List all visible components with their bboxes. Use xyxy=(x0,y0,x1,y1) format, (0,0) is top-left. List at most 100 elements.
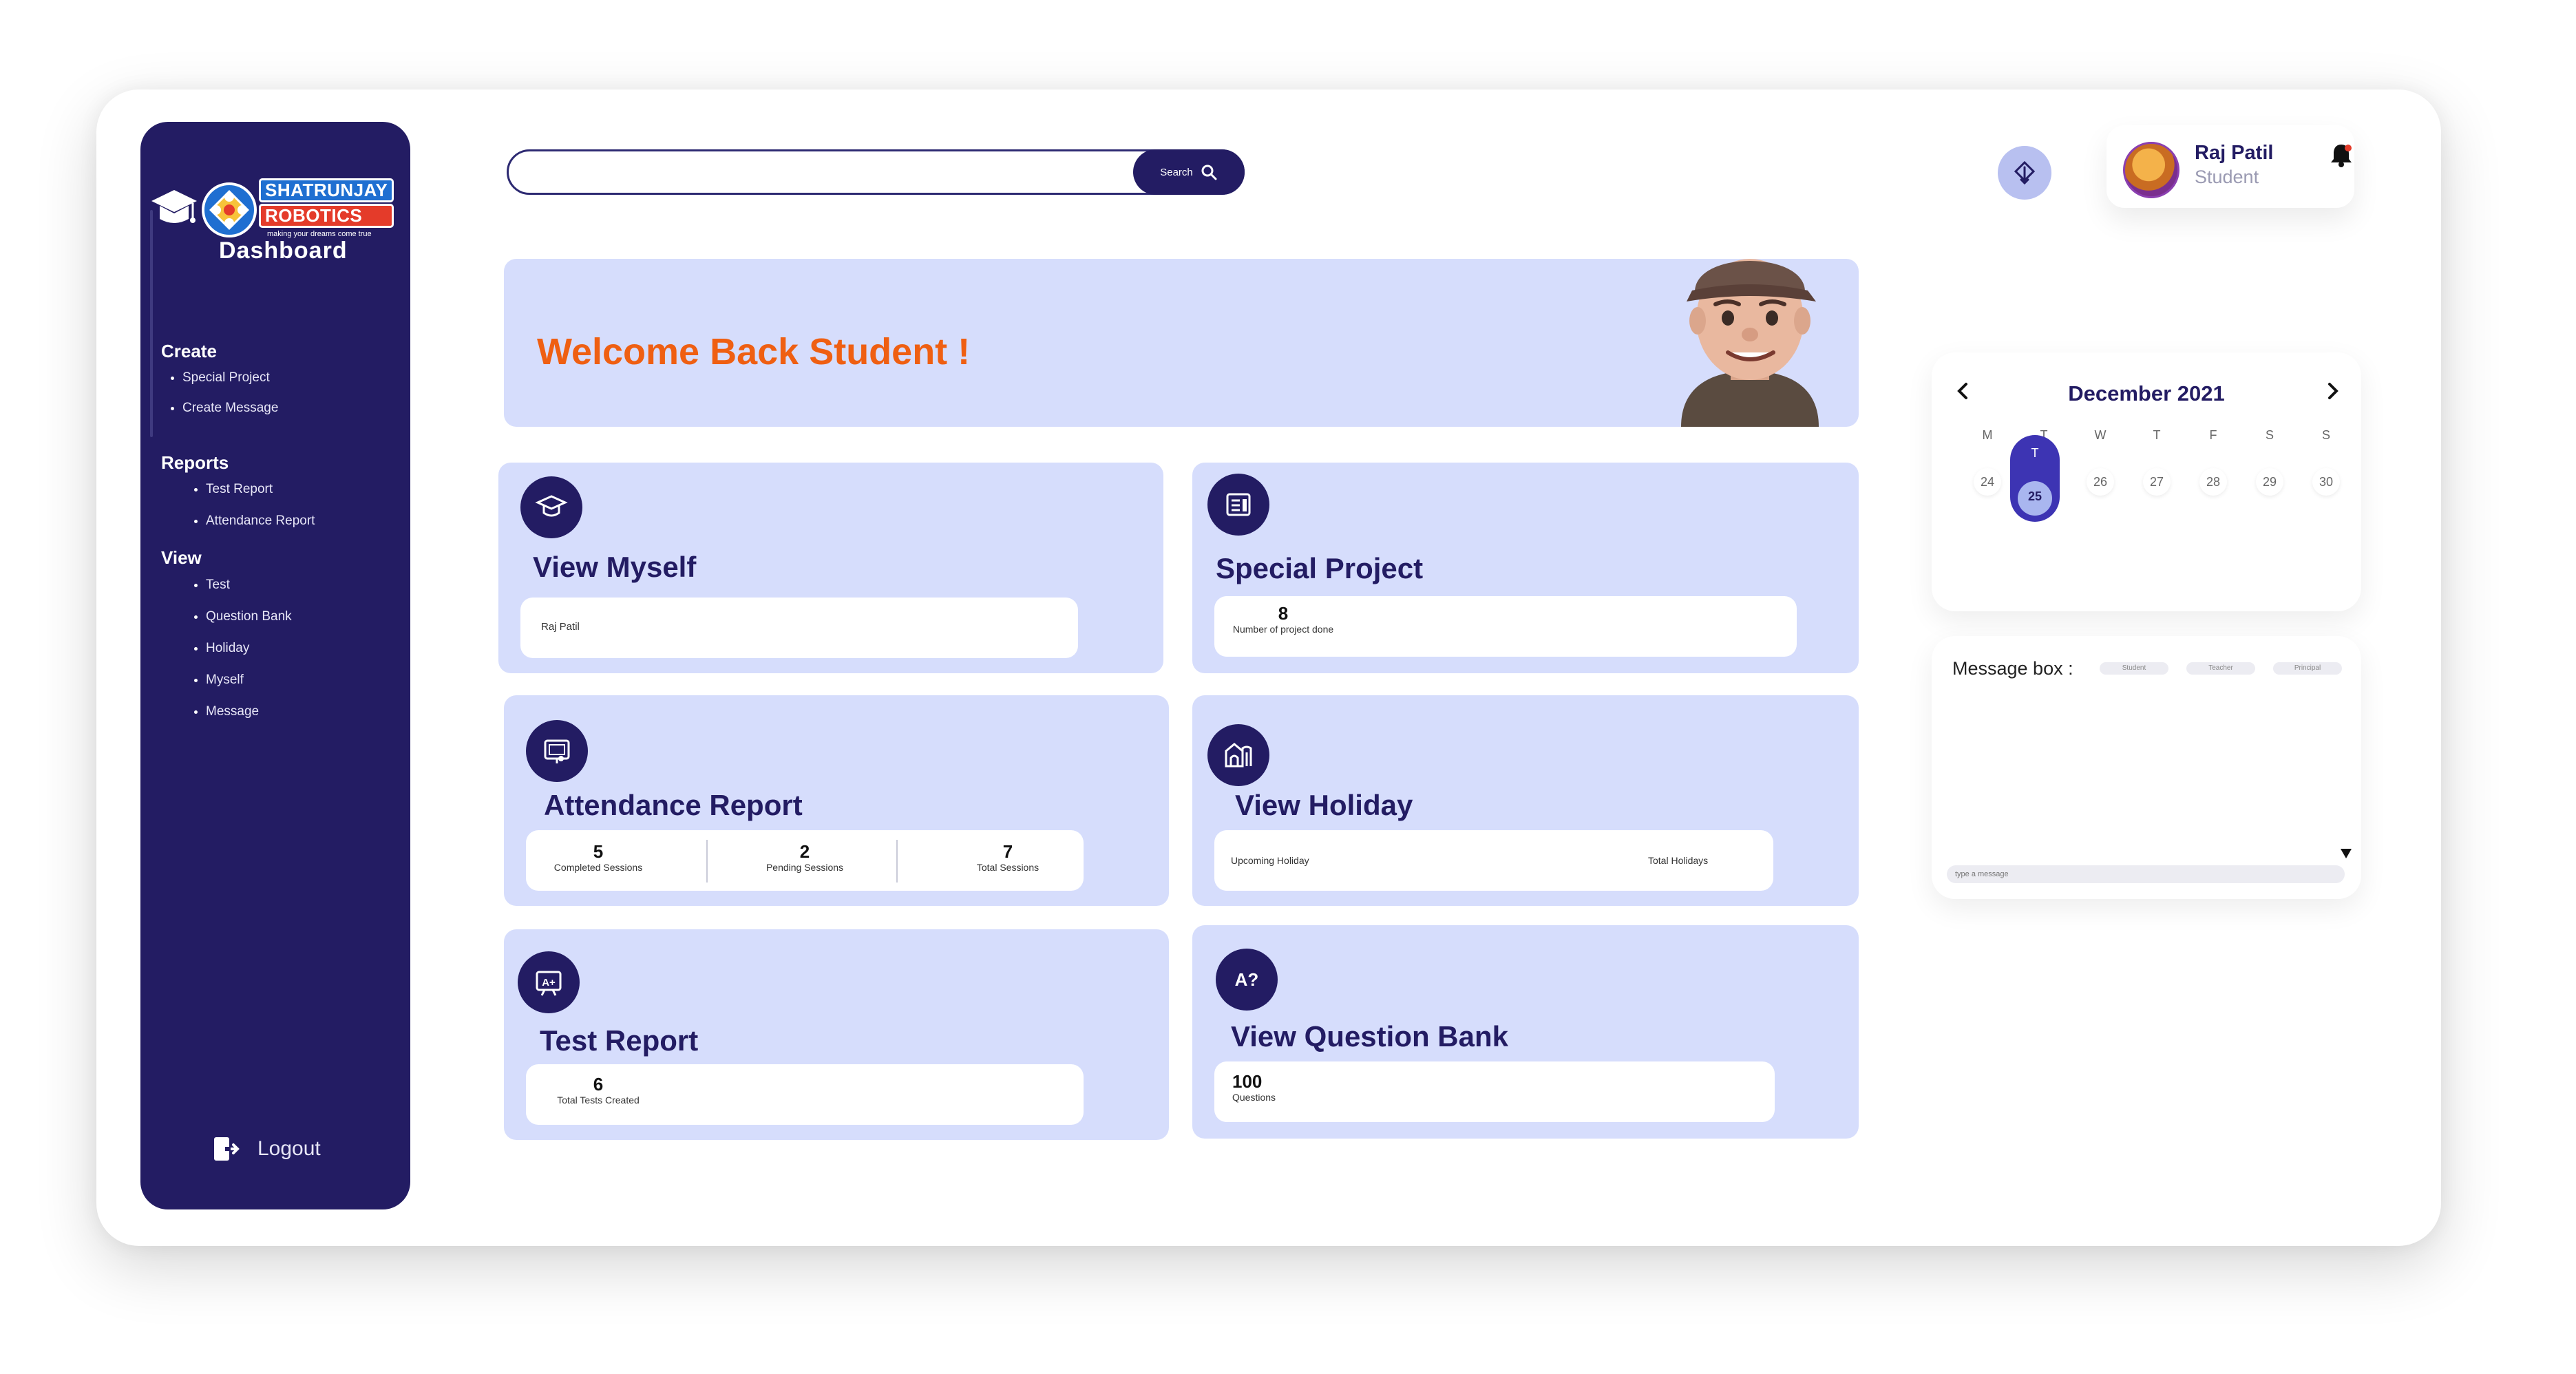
total-holidays-label: Total Holidays xyxy=(1648,855,1709,866)
calendar-day[interactable]: 28 xyxy=(2185,468,2241,496)
question-count-label: Questions xyxy=(1232,1092,1276,1103)
presentation-icon-badge xyxy=(526,720,588,782)
calendar-day[interactable]: 26 xyxy=(2072,468,2129,496)
search-button[interactable]: Search xyxy=(1133,149,1245,195)
attendance-report-card[interactable]: Attendance Report 5 Completed Sessions 2… xyxy=(504,695,1169,906)
graduation-cap-icon xyxy=(151,190,197,223)
test-report-card[interactable]: A+ Test Report 6 Total Tests Created xyxy=(504,929,1169,1140)
svg-text:A+: A+ xyxy=(542,977,556,989)
chevron-right-icon[interactable] xyxy=(2321,380,2343,402)
user-name: Raj Patil xyxy=(2195,142,2274,164)
project-icon-badge xyxy=(1207,474,1269,536)
menu-heading-reports: Reports xyxy=(161,452,229,473)
special-project-card[interactable]: Special Project 8 Number of project done xyxy=(1192,463,1859,673)
weekday-label: S xyxy=(2265,428,2274,442)
avatar xyxy=(2123,142,2179,198)
view-myself-title: View Myself xyxy=(533,551,697,583)
search-input[interactable] xyxy=(529,158,1138,189)
pending-sessions-stat: 2 Pending Sessions xyxy=(766,841,844,873)
recipient-chip-student[interactable]: Student xyxy=(2100,662,2168,675)
graduate-icon-badge xyxy=(520,476,582,538)
search-button-label: Search xyxy=(1160,166,1193,178)
brand-logo[interactable]: SHATRUNJAY ROBOTICS making your dreams c… xyxy=(150,178,394,238)
search-bar: Search xyxy=(507,149,1245,195)
attendance-stats-box: 5 Completed Sessions 2 Pending Sessions … xyxy=(526,830,1084,891)
welcome-banner: Welcome Back Student ! xyxy=(504,259,1859,427)
swap-button[interactable] xyxy=(1998,146,2051,200)
view-holiday-card[interactable]: View Holiday Upcoming Holiday Total Holi… xyxy=(1192,695,1859,906)
project-icon xyxy=(1226,493,1251,516)
sidebar-item-create-message[interactable]: Create Message xyxy=(171,401,278,416)
weekday-label: W xyxy=(2094,428,2107,442)
view-myself-card[interactable]: View Myself Raj Patil xyxy=(498,463,1163,673)
attendance-report-title: Attendance Report xyxy=(544,789,803,821)
sidebar-item-test[interactable]: Test xyxy=(194,578,230,593)
sidebar: SHATRUNJAY ROBOTICS making your dreams c… xyxy=(140,122,410,1209)
building-icon-badge xyxy=(1207,724,1269,786)
completed-sessions-stat: 5 Completed Sessions xyxy=(553,841,643,873)
sidebar-item-test-report[interactable]: Test Report xyxy=(194,482,273,497)
presentation-icon xyxy=(544,739,570,763)
sidebar-item-attendance-report[interactable]: Attendance Report xyxy=(194,514,315,529)
selected-day-number: 25 xyxy=(2027,489,2042,503)
tests-created-value: 6 xyxy=(593,1074,604,1095)
sidebar-title: Dashboard xyxy=(219,237,348,264)
search-icon xyxy=(1201,165,1217,180)
project-count-label: Number of project done xyxy=(1232,624,1334,635)
sidebar-item-holiday[interactable]: Holiday xyxy=(194,641,249,656)
logout-button[interactable]: Logout xyxy=(212,1135,321,1163)
tests-created-label: Total Tests Created xyxy=(557,1095,640,1106)
calendar-day[interactable]: 29 xyxy=(2241,468,2298,496)
calendar-month: December 2021 xyxy=(2068,381,2225,405)
calendar-day[interactable]: 24 xyxy=(1959,468,2016,496)
recipient-chip-principal[interactable]: Principal xyxy=(2273,662,2342,675)
logout-icon xyxy=(214,1137,240,1161)
today-weekday: T xyxy=(2031,446,2039,460)
user-profile-card[interactable]: Raj Patil Student xyxy=(2107,125,2354,208)
project-count-value: 8 xyxy=(1278,603,1289,624)
user-role: Student xyxy=(2195,167,2259,187)
logo-wordmark-bottom: ROBOTICS xyxy=(259,204,394,228)
question-icon-badge: A? xyxy=(1216,949,1278,1011)
menu-heading-view: View xyxy=(161,547,202,568)
sidebar-divider xyxy=(150,210,153,437)
test-count-box: 6 Total Tests Created xyxy=(526,1064,1084,1125)
calendar-day[interactable]: 30 xyxy=(2298,468,2354,496)
question-count-box: 100 Questions xyxy=(1214,1061,1775,1122)
sidebar-item-special-project[interactable]: Special Project xyxy=(171,370,270,385)
robotics-logo-icon xyxy=(202,182,257,237)
question-bank-card[interactable]: A? View Question Bank 100 Questions xyxy=(1192,925,1859,1139)
swap-icon xyxy=(2014,160,2036,185)
student-mascot-illustration xyxy=(1681,259,1819,427)
project-count-box: 8 Number of project done xyxy=(1214,596,1797,657)
calendar-widget: December 2021 M T W T F S S 24 25 26 27 … xyxy=(1932,352,2361,611)
sidebar-item-message[interactable]: Message xyxy=(194,704,259,719)
graduate-icon xyxy=(535,495,568,517)
grade-board-icon-badge: A+ xyxy=(518,951,580,1013)
calendar-day[interactable]: 27 xyxy=(2129,468,2185,496)
svg-text:A?: A? xyxy=(1235,969,1259,990)
special-project-title: Special Project xyxy=(1216,552,1424,584)
sidebar-item-myself[interactable]: Myself xyxy=(194,673,244,688)
weekday-label: T xyxy=(2153,428,2161,442)
stat-divider xyxy=(896,840,898,882)
view-holiday-title: View Holiday xyxy=(1235,789,1413,821)
holiday-info-box: Upcoming Holiday Total Holidays xyxy=(1214,830,1773,891)
sidebar-item-question-bank[interactable]: Question Bank xyxy=(194,609,292,624)
view-myself-field: Raj Patil xyxy=(520,598,1078,658)
grade-board-icon: A+ xyxy=(536,971,562,996)
weekday-label: F xyxy=(2209,428,2217,442)
message-input[interactable] xyxy=(1947,865,2345,883)
test-report-title: Test Report xyxy=(540,1024,699,1057)
notification-bell-icon[interactable] xyxy=(2328,142,2354,168)
question-bank-title: View Question Bank xyxy=(1231,1020,1508,1053)
weekday-label: M xyxy=(1982,428,1993,442)
student-name-value: Raj Patil xyxy=(541,621,580,633)
message-box-label: Message box : xyxy=(1952,658,2073,679)
recipient-chip-teacher[interactable]: Teacher xyxy=(2186,662,2255,675)
send-icon[interactable] xyxy=(2339,847,2353,860)
logout-label: Logout xyxy=(257,1137,321,1160)
upcoming-holiday-label: Upcoming Holiday xyxy=(1231,855,1309,866)
message-box: Message box : Student Teacher Principal xyxy=(1932,636,2361,899)
weekday-label: S xyxy=(2321,428,2330,442)
